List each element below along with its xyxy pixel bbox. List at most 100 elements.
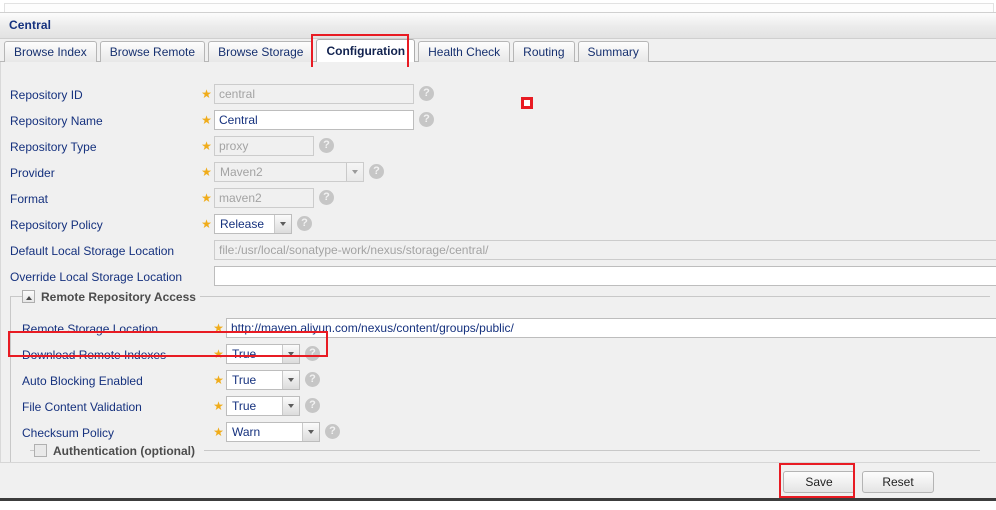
label-file-content-validation: File Content Validation	[22, 400, 142, 414]
checksum-policy-select[interactable]: Warn	[226, 422, 320, 442]
configuration-form: Repository ID ★ ? Repository Name ★ ? Re…	[0, 62, 996, 498]
chevron-down-icon	[282, 397, 299, 415]
label-provider: Provider	[10, 166, 55, 180]
required-star-icon: ★	[201, 87, 212, 101]
tab-list: Browse Index Browse Remote Browse Storag…	[4, 39, 652, 62]
chevron-down-icon	[282, 345, 299, 363]
checksum-policy-select-value: Warn	[232, 425, 261, 439]
label-default-local-storage-location: Default Local Storage Location	[10, 244, 175, 258]
help-icon-download-remote-indexes[interactable]: ?	[305, 346, 320, 361]
tab-browse-index[interactable]: Browse Index	[4, 41, 97, 62]
chevron-down-icon	[282, 371, 299, 389]
field-row-repository-type: Repository Type ★ ?	[1, 135, 996, 161]
required-star-icon: ★	[213, 399, 224, 413]
required-star-icon: ★	[213, 373, 224, 387]
fieldset-line-left	[10, 296, 22, 297]
remote-section-collapse-toggle[interactable]	[22, 290, 35, 303]
field-row-default-local-storage-location: Default Local Storage Location	[1, 239, 996, 265]
label-repository-name: Repository Name	[10, 114, 103, 128]
tab-bar: Browse Index Browse Remote Browse Storag…	[0, 39, 996, 62]
chevron-down-icon	[346, 163, 363, 181]
file-content-validation-select[interactable]: True	[226, 396, 300, 416]
field-row-remote-storage-location: Remote Storage Location ★	[1, 317, 996, 343]
field-row-repository-id: Repository ID ★ ?	[1, 83, 996, 109]
required-star-icon: ★	[201, 139, 212, 153]
default-local-storage-location-input[interactable]	[214, 240, 996, 260]
help-icon-repository-policy[interactable]: ?	[297, 216, 312, 231]
override-local-storage-location-input[interactable]	[214, 266, 996, 286]
remote-section-title: Remote Repository Access	[37, 290, 200, 304]
repository-name-input[interactable]	[214, 110, 414, 130]
field-row-download-remote-indexes: Download Remote Indexes ★ True ?	[1, 343, 996, 369]
tab-summary[interactable]: Summary	[577, 41, 649, 62]
label-repository-policy: Repository Policy	[10, 218, 103, 232]
save-button[interactable]: Save	[783, 471, 855, 493]
field-row-override-local-storage-location: Override Local Storage Location	[1, 265, 996, 291]
field-row-provider: Provider ★ Maven2 ?	[1, 161, 996, 187]
chevron-down-icon	[302, 423, 319, 441]
required-star-icon: ★	[213, 321, 224, 335]
label-repository-type: Repository Type	[10, 140, 97, 154]
remote-storage-location-input[interactable]	[226, 318, 996, 338]
label-repository-id: Repository ID	[10, 88, 83, 102]
required-star-icon: ★	[201, 113, 212, 127]
label-auto-blocking-enabled: Auto Blocking Enabled	[22, 374, 143, 388]
reset-button[interactable]: Reset	[862, 471, 934, 493]
top-chrome-inner	[4, 3, 994, 12]
label-checksum-policy: Checksum Policy	[22, 426, 115, 440]
help-icon-file-content-validation[interactable]: ?	[305, 398, 320, 413]
format-input[interactable]	[214, 188, 314, 208]
required-star-icon: ★	[213, 347, 224, 361]
repository-policy-select-value: Release	[220, 217, 265, 231]
label-override-local-storage-location: Override Local Storage Location	[10, 270, 183, 284]
help-icon-repository-id[interactable]: ?	[419, 86, 434, 101]
tab-health-check[interactable]: Health Check	[418, 41, 511, 62]
field-row-auto-blocking-enabled: Auto Blocking Enabled ★ True ?	[1, 369, 996, 395]
repository-policy-select[interactable]: Release	[214, 214, 292, 234]
panel-header: Central	[0, 13, 996, 39]
top-chrome-strip	[0, 0, 996, 13]
auto-blocking-enabled-select-value: True	[232, 373, 257, 387]
tab-browse-remote[interactable]: Browse Remote	[99, 41, 206, 62]
label-remote-storage-location: Remote Storage Location	[22, 322, 159, 336]
help-icon-auto-blocking-enabled[interactable]: ?	[305, 372, 320, 387]
help-icon-repository-type[interactable]: ?	[319, 138, 334, 153]
auto-blocking-enabled-select[interactable]: True	[226, 370, 300, 390]
help-icon-format[interactable]: ?	[319, 190, 334, 205]
file-content-validation-select-value: True	[232, 399, 257, 413]
repository-type-input[interactable]	[214, 136, 314, 156]
provider-select-value: Maven2	[220, 165, 263, 179]
help-icon-provider[interactable]: ?	[369, 164, 384, 179]
tab-browse-storage[interactable]: Browse Storage	[208, 41, 314, 62]
tab-routing[interactable]: Routing	[513, 41, 575, 62]
authentication-section-label: Authentication (optional)	[49, 444, 199, 458]
help-icon-checksum-policy[interactable]: ?	[325, 424, 340, 439]
nexus-repository-configuration-screen: Central Browse Index Browse Remote Brows…	[0, 0, 996, 510]
field-row-repository-name: Repository Name ★ ?	[1, 109, 996, 135]
page-title: Central	[9, 18, 52, 32]
tab-configuration[interactable]: Configuration	[316, 39, 416, 62]
field-row-format: Format ★ ?	[1, 187, 996, 213]
form-button-bar: Save Reset	[0, 462, 996, 498]
help-icon-repository-name[interactable]: ?	[419, 112, 434, 127]
bottom-chrome	[0, 498, 996, 510]
fieldset-line-right	[186, 296, 990, 297]
download-remote-indexes-select[interactable]: True	[226, 344, 300, 364]
repository-id-input[interactable]	[214, 84, 414, 104]
provider-select[interactable]: Maven2	[214, 162, 364, 182]
repository-panel: Central Browse Index Browse Remote Brows…	[0, 13, 996, 498]
required-star-icon: ★	[201, 165, 212, 179]
required-star-icon: ★	[213, 425, 224, 439]
authentication-checkbox[interactable]	[34, 444, 47, 457]
download-remote-indexes-select-value: True	[232, 347, 257, 361]
bottom-chrome-light-bar	[0, 501, 996, 510]
required-star-icon: ★	[201, 191, 212, 205]
chevron-down-icon	[274, 215, 291, 233]
label-format: Format	[10, 192, 49, 206]
required-star-icon: ★	[201, 217, 212, 231]
field-row-file-content-validation: File Content Validation ★ True ?	[1, 395, 996, 421]
label-download-remote-indexes: Download Remote Indexes	[22, 348, 167, 362]
field-row-repository-policy: Repository Policy ★ Release ?	[1, 213, 996, 239]
red-square-marker	[521, 97, 533, 109]
auth-fieldset-line-right	[204, 450, 980, 451]
